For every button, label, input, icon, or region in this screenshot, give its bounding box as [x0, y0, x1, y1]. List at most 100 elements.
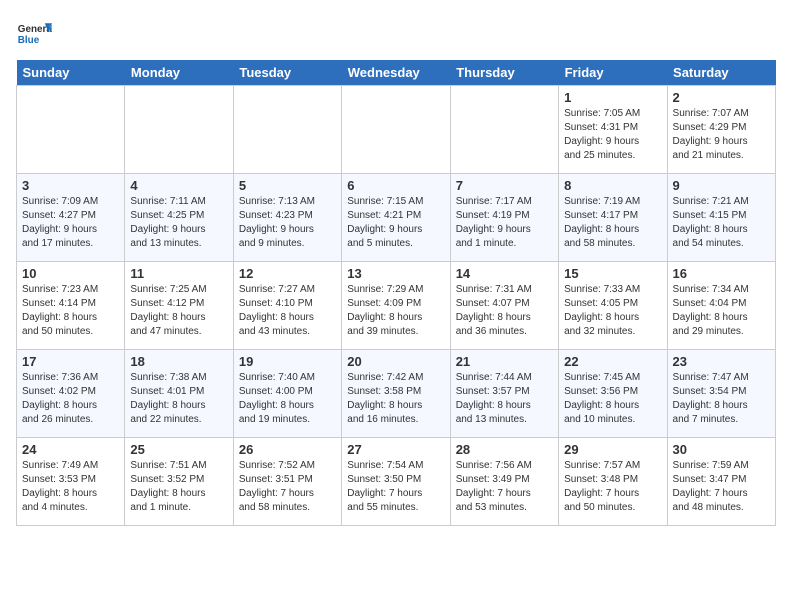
day-number: 26: [239, 442, 336, 457]
calendar-cell: 19 Sunrise: 7:40 AM Sunset: 4:00 PM Dayli…: [233, 350, 341, 438]
day-info: Sunrise: 7:34 AM Sunset: 4:04 PM Dayligh…: [673, 283, 770, 339]
logo-icon: General Blue: [16, 16, 52, 52]
day-header-sunday: Sunday: [17, 60, 125, 86]
calendar-cell: 25 Sunrise: 7:51 AM Sunset: 3:52 PM Dayli…: [125, 438, 233, 526]
day-number: 10: [22, 266, 119, 281]
calendar-cell: 18Sunrise: 7:38 AM Sunset: 4:01 PM Dayli…: [125, 350, 233, 438]
day-info: Sunrise: 7:54 AM Sunset: 3:50 PM Dayligh…: [347, 459, 444, 515]
day-info: Sunrise: 7:29 AM Sunset: 4:09 PM Dayligh…: [347, 283, 444, 339]
header: General Blue: [16, 16, 776, 52]
day-header-thursday: Thursday: [450, 60, 558, 86]
calendar-cell: [342, 86, 450, 174]
day-number: 23: [673, 354, 770, 369]
calendar-cell: 13 Sunrise: 7:29 AM Sunset: 4:09 PM Dayli…: [342, 262, 450, 350]
day-info: Sunrise: 7:33 AM Sunset: 4:05 PM Dayligh…: [564, 283, 661, 339]
day-number: 24: [22, 442, 119, 457]
day-info: Sunrise: 7:42 AM Sunset: 3:58 PM Dayligh…: [347, 371, 444, 427]
svg-text:Blue: Blue: [18, 35, 40, 46]
week-row-0: 1 Sunrise: 7:05 AM Sunset: 4:31 PM Daylig…: [17, 86, 776, 174]
day-number: 5: [239, 178, 336, 193]
calendar-cell: 1 Sunrise: 7:05 AM Sunset: 4:31 PM Daylig…: [559, 86, 667, 174]
day-number: 20: [347, 354, 444, 369]
day-number: 19: [239, 354, 336, 369]
day-info: Sunrise: 7:19 AM Sunset: 4:17 PM Dayligh…: [564, 195, 661, 251]
day-info: Sunrise: 7:45 AM Sunset: 3:56 PM Dayligh…: [564, 371, 661, 427]
calendar-cell: 28 Sunrise: 7:56 AM Sunset: 3:49 PM Dayli…: [450, 438, 558, 526]
calendar-cell: 6 Sunrise: 7:15 AM Sunset: 4:21 PM Daylig…: [342, 174, 450, 262]
day-header-tuesday: Tuesday: [233, 60, 341, 86]
day-info: Sunrise: 7:27 AM Sunset: 4:10 PM Dayligh…: [239, 283, 336, 339]
day-info: Sunrise: 7:17 AM Sunset: 4:19 PM Dayligh…: [456, 195, 553, 251]
day-number: 3: [22, 178, 119, 193]
calendar-cell: 8Sunrise: 7:19 AM Sunset: 4:17 PM Daylig…: [559, 174, 667, 262]
day-info: Sunrise: 7:49 AM Sunset: 3:53 PM Dayligh…: [22, 459, 119, 515]
calendar-cell: 24 Sunrise: 7:49 AM Sunset: 3:53 PM Dayli…: [17, 438, 125, 526]
calendar-cell: 11 Sunrise: 7:25 AM Sunset: 4:12 PM Dayli…: [125, 262, 233, 350]
day-info: Sunrise: 7:13 AM Sunset: 4:23 PM Dayligh…: [239, 195, 336, 251]
day-number: 4: [130, 178, 227, 193]
day-number: 17: [22, 354, 119, 369]
day-number: 22: [564, 354, 661, 369]
logo: General Blue: [16, 16, 52, 52]
day-number: 13: [347, 266, 444, 281]
day-number: 12: [239, 266, 336, 281]
day-info: Sunrise: 7:52 AM Sunset: 3:51 PM Dayligh…: [239, 459, 336, 515]
calendar-cell: 12 Sunrise: 7:27 AM Sunset: 4:10 PM Dayli…: [233, 262, 341, 350]
day-info: Sunrise: 7:36 AM Sunset: 4:02 PM Dayligh…: [22, 371, 119, 427]
day-info: Sunrise: 7:56 AM Sunset: 3:49 PM Dayligh…: [456, 459, 553, 515]
calendar-cell: 2 Sunrise: 7:07 AM Sunset: 4:29 PM Daylig…: [667, 86, 775, 174]
week-row-3: 17 Sunrise: 7:36 AM Sunset: 4:02 PM Dayli…: [17, 350, 776, 438]
day-number: 6: [347, 178, 444, 193]
calendar-cell: 7 Sunrise: 7:17 AM Sunset: 4:19 PM Daylig…: [450, 174, 558, 262]
day-header-wednesday: Wednesday: [342, 60, 450, 86]
calendar-cell: 26 Sunrise: 7:52 AM Sunset: 3:51 PM Dayli…: [233, 438, 341, 526]
day-info: Sunrise: 7:47 AM Sunset: 3:54 PM Dayligh…: [673, 371, 770, 427]
day-number: 28: [456, 442, 553, 457]
calendar-body: 1 Sunrise: 7:05 AM Sunset: 4:31 PM Daylig…: [17, 86, 776, 526]
calendar-cell: 14 Sunrise: 7:31 AM Sunset: 4:07 PM Dayli…: [450, 262, 558, 350]
day-info: Sunrise: 7:11 AM Sunset: 4:25 PM Dayligh…: [130, 195, 227, 251]
day-info: Sunrise: 7:21 AM Sunset: 4:15 PM Dayligh…: [673, 195, 770, 251]
day-number: 16: [673, 266, 770, 281]
week-row-4: 24 Sunrise: 7:49 AM Sunset: 3:53 PM Dayli…: [17, 438, 776, 526]
day-number: 14: [456, 266, 553, 281]
day-number: 2: [673, 90, 770, 105]
calendar-cell: [233, 86, 341, 174]
day-info: Sunrise: 7:59 AM Sunset: 3:47 PM Dayligh…: [673, 459, 770, 515]
calendar-cell: [125, 86, 233, 174]
calendar-cell: 21 Sunrise: 7:44 AM Sunset: 3:57 PM Dayli…: [450, 350, 558, 438]
day-info: Sunrise: 7:15 AM Sunset: 4:21 PM Dayligh…: [347, 195, 444, 251]
day-info: Sunrise: 7:25 AM Sunset: 4:12 PM Dayligh…: [130, 283, 227, 339]
calendar-cell: 3Sunrise: 7:09 AM Sunset: 4:27 PM Daylig…: [17, 174, 125, 262]
day-number: 25: [130, 442, 227, 457]
day-info: Sunrise: 7:40 AM Sunset: 4:00 PM Dayligh…: [239, 371, 336, 427]
calendar-cell: 29Sunrise: 7:57 AM Sunset: 3:48 PM Dayli…: [559, 438, 667, 526]
day-number: 27: [347, 442, 444, 457]
day-header-saturday: Saturday: [667, 60, 775, 86]
day-header-monday: Monday: [125, 60, 233, 86]
calendar-cell: 22 Sunrise: 7:45 AM Sunset: 3:56 PM Dayli…: [559, 350, 667, 438]
week-row-1: 3Sunrise: 7:09 AM Sunset: 4:27 PM Daylig…: [17, 174, 776, 262]
calendar-table: SundayMondayTuesdayWednesdayThursdayFrid…: [16, 60, 776, 526]
calendar-cell: 23 Sunrise: 7:47 AM Sunset: 3:54 PM Dayli…: [667, 350, 775, 438]
day-number: 9: [673, 178, 770, 193]
day-info: Sunrise: 7:51 AM Sunset: 3:52 PM Dayligh…: [130, 459, 227, 515]
day-number: 1: [564, 90, 661, 105]
day-number: 7: [456, 178, 553, 193]
day-number: 11: [130, 266, 227, 281]
calendar-cell: 30 Sunrise: 7:59 AM Sunset: 3:47 PM Dayli…: [667, 438, 775, 526]
calendar-cell: 15 Sunrise: 7:33 AM Sunset: 4:05 PM Dayli…: [559, 262, 667, 350]
calendar-cell: 9 Sunrise: 7:21 AM Sunset: 4:15 PM Daylig…: [667, 174, 775, 262]
calendar-header-row: SundayMondayTuesdayWednesdayThursdayFrid…: [17, 60, 776, 86]
calendar-cell: 20 Sunrise: 7:42 AM Sunset: 3:58 PM Dayli…: [342, 350, 450, 438]
day-number: 21: [456, 354, 553, 369]
day-info: Sunrise: 7:44 AM Sunset: 3:57 PM Dayligh…: [456, 371, 553, 427]
day-number: 29: [564, 442, 661, 457]
day-number: 15: [564, 266, 661, 281]
day-info: Sunrise: 7:07 AM Sunset: 4:29 PM Dayligh…: [673, 107, 770, 163]
day-info: Sunrise: 7:31 AM Sunset: 4:07 PM Dayligh…: [456, 283, 553, 339]
day-number: 30: [673, 442, 770, 457]
day-number: 18: [130, 354, 227, 369]
day-info: Sunrise: 7:05 AM Sunset: 4:31 PM Dayligh…: [564, 107, 661, 163]
calendar-cell: 10Sunrise: 7:23 AM Sunset: 4:14 PM Dayli…: [17, 262, 125, 350]
